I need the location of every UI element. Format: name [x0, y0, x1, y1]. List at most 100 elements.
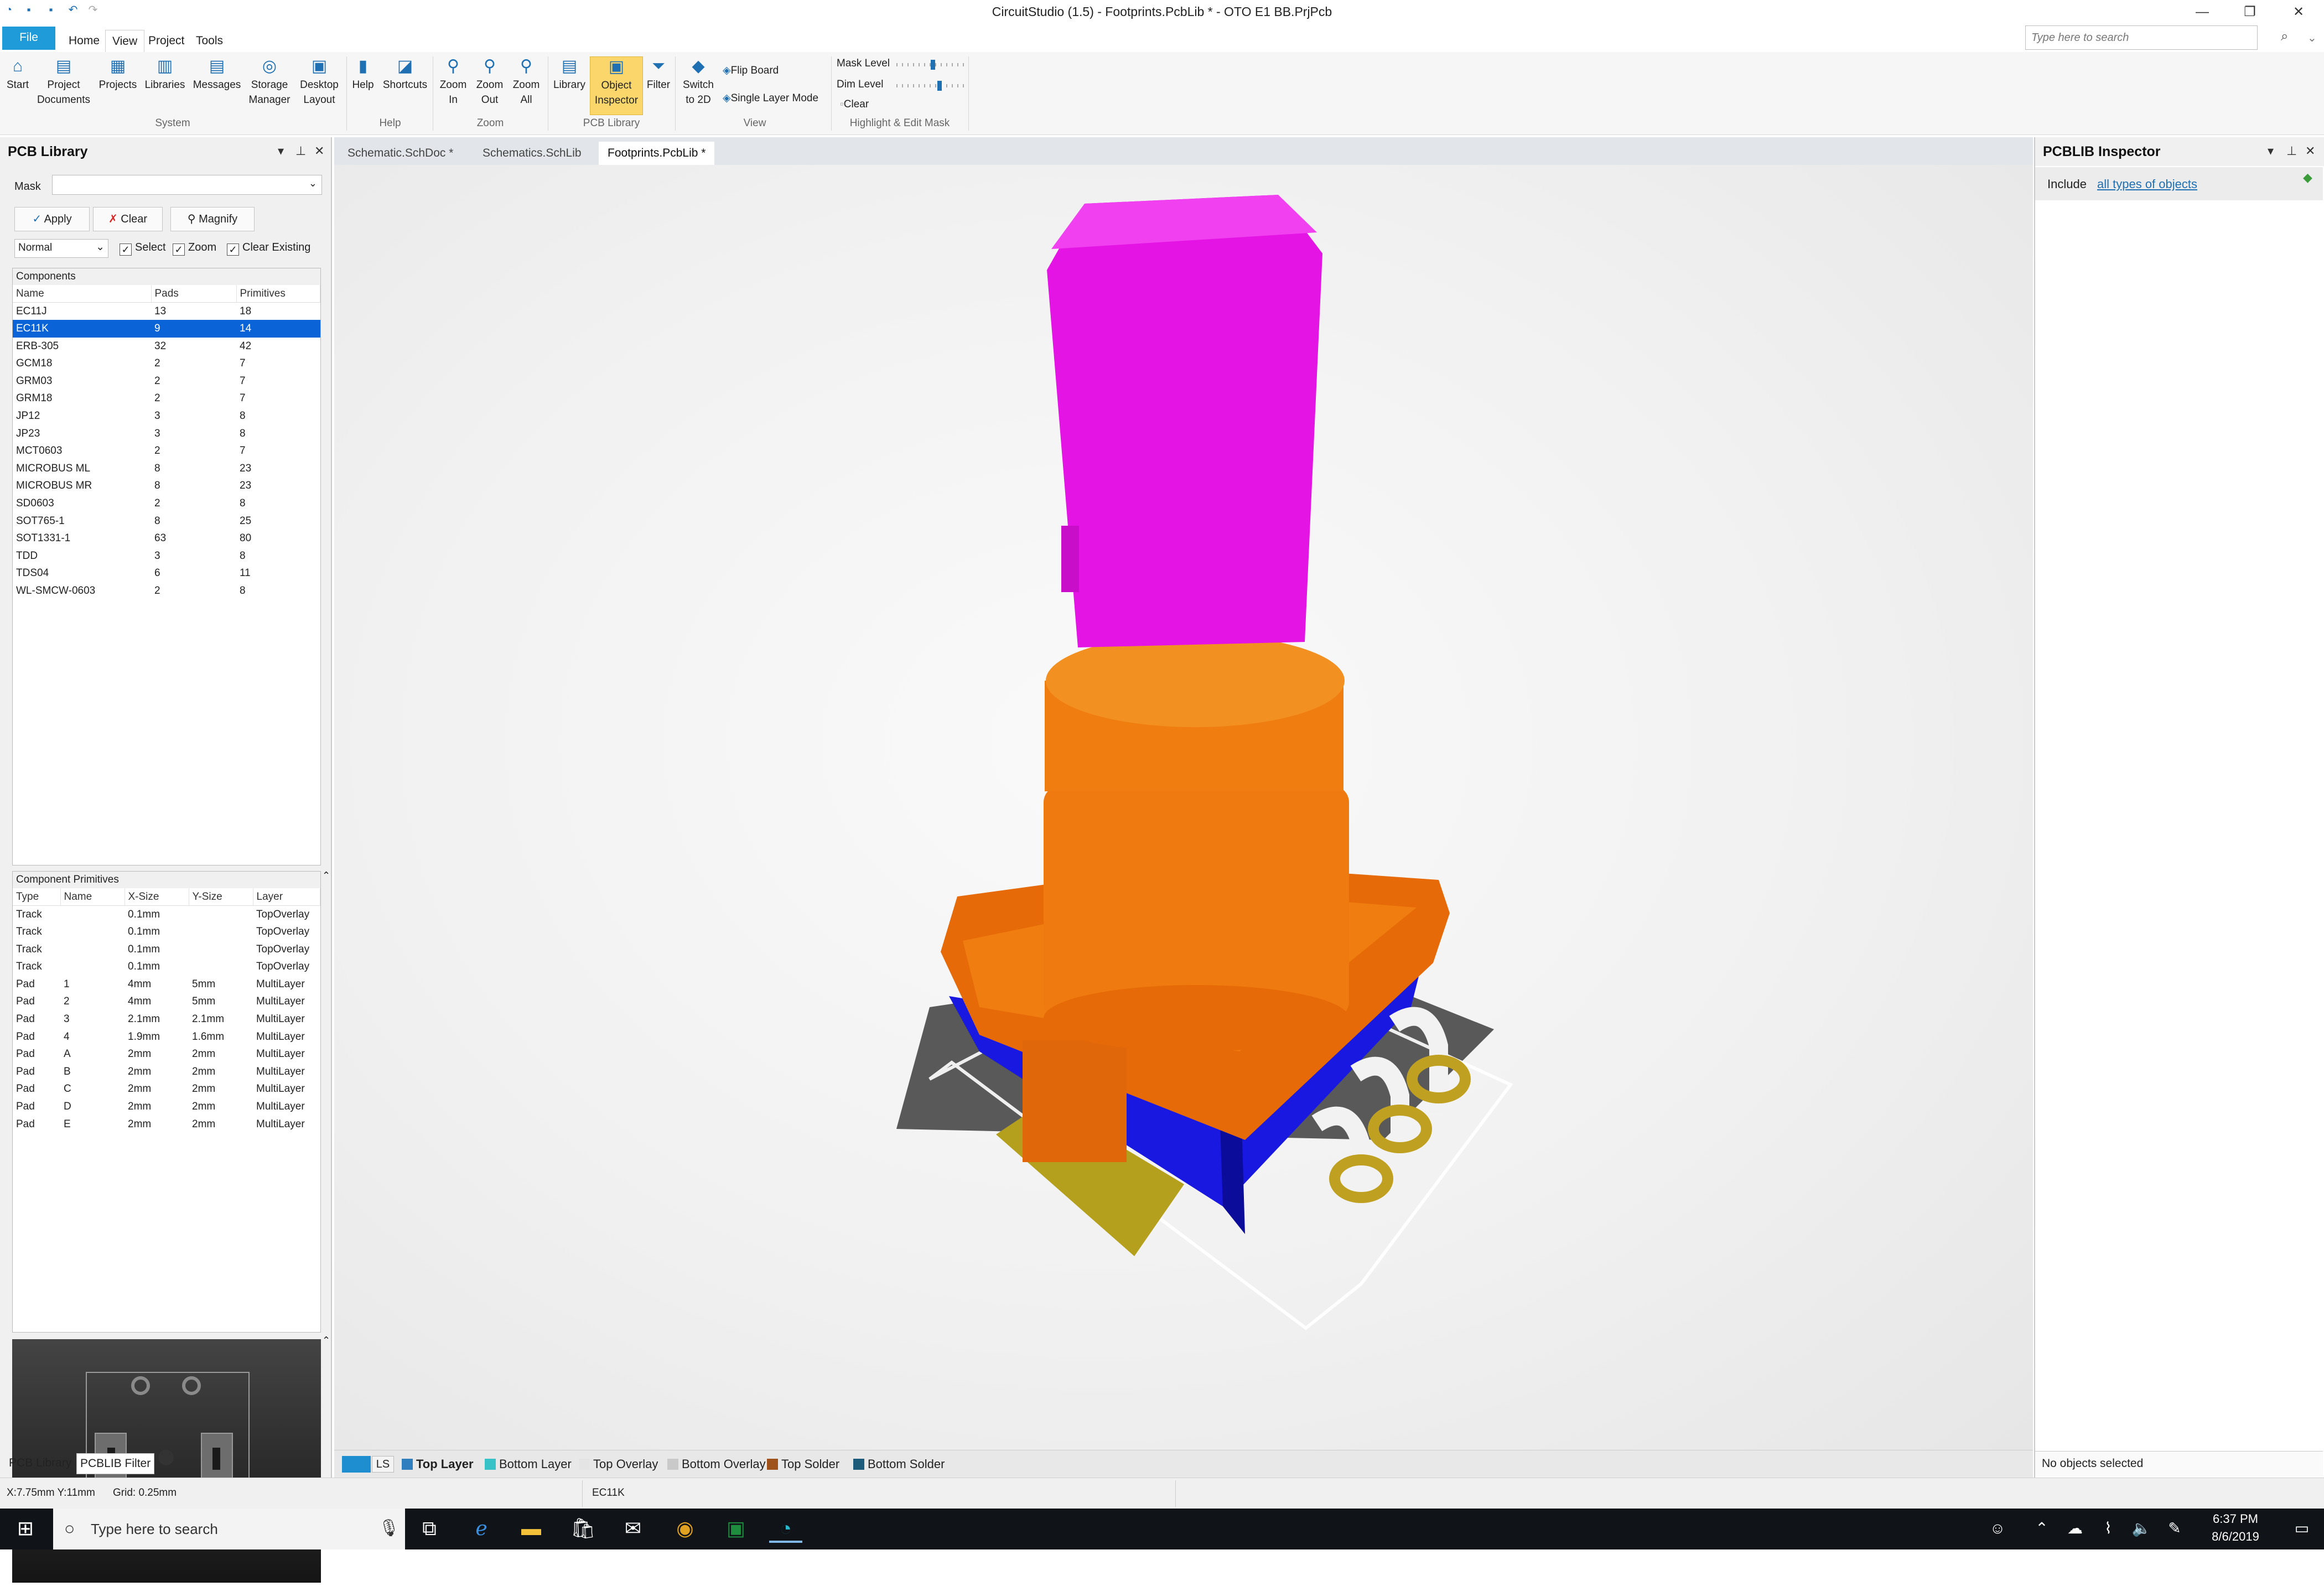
windows-start-icon[interactable]: ⊞ [9, 1516, 42, 1541]
magnify-button[interactable]: ⚲ Magnify [170, 207, 255, 231]
layer-set-button[interactable]: LS [372, 1456, 394, 1473]
single-layer-mode-button[interactable]: ◈Single Layer Mode [723, 92, 818, 105]
table-row[interactable]: SD0603 2 8 [13, 495, 320, 512]
tab-view[interactable]: View [105, 30, 145, 52]
layer-tab-top-solder[interactable]: Top Solder [767, 1456, 839, 1473]
col-xsize[interactable]: X-Size [124, 888, 189, 906]
table-row[interactable]: Track 0.1mm TopOverlay [13, 958, 320, 976]
table-row[interactable]: Pad 1 4mm 5mm MultiLayer [13, 976, 320, 993]
circuitstudio-icon[interactable]: ◔ [769, 1516, 802, 1543]
col-ysize[interactable]: Y-Size [189, 888, 253, 906]
chrome-icon[interactable]: ◉ [668, 1516, 702, 1541]
table-row[interactable]: EC11K 9 14 [13, 320, 320, 338]
tab-home[interactable]: Home [62, 30, 106, 52]
search-input[interactable]: Type here to search [2025, 25, 2258, 50]
file-explorer-icon[interactable]: ▬ [515, 1516, 548, 1541]
library-button[interactable]: ▤ Library [550, 56, 589, 92]
collapse-up-icon[interactable]: ⌃ [322, 870, 330, 882]
layer-color-chip[interactable] [342, 1456, 371, 1473]
project-documents-button[interactable]: ▤ Project Documents [33, 56, 94, 107]
col-pname[interactable]: Name [60, 888, 125, 906]
tab-footprints-pcblib[interactable]: Footprints.PcbLib * [599, 142, 715, 165]
restore-icon[interactable]: ❐ [2233, 2, 2266, 22]
edge-icon[interactable]: ℯ [465, 1516, 498, 1541]
layer-tab-bottom-overlay[interactable]: Bottom Overlay [667, 1456, 766, 1473]
tab-tools[interactable]: Tools [189, 30, 230, 52]
tab-pcb-library[interactable]: PCB Library [6, 1453, 75, 1473]
wifi-icon[interactable]: ⌇ [2092, 1516, 2125, 1541]
mask-level-thumb[interactable] [931, 60, 935, 70]
object-types-link[interactable]: all types of objects [2097, 177, 2197, 191]
select-checkbox[interactable]: ✓ Select [120, 241, 166, 256]
table-row[interactable]: SOT765-1 8 25 [13, 512, 320, 530]
volume-icon[interactable]: 🔈 [2125, 1516, 2158, 1541]
store-icon[interactable]: 🛍 [567, 1516, 600, 1541]
table-row[interactable]: MICROBUS ML 8 23 [13, 460, 320, 478]
storage-manager-button[interactable]: ◎ Storage Manager [246, 56, 293, 107]
table-row[interactable]: Pad E 2mm 2mm MultiLayer [13, 1116, 320, 1133]
libraries-button[interactable]: ▥ Libraries [141, 56, 189, 92]
col-pads[interactable]: Pads [151, 285, 237, 303]
table-row[interactable]: TDS04 6 11 [13, 565, 320, 583]
mode-select[interactable]: Normal ⌄ [14, 239, 108, 258]
filter-button[interactable]: ⏷ Filter [644, 56, 673, 92]
shortcuts-button[interactable]: ◪ Shortcuts [380, 56, 430, 92]
table-row[interactable]: JP23 3 8 [13, 425, 320, 443]
table-row[interactable]: Pad 4 1.9mm 1.6mm MultiLayer [13, 1028, 320, 1046]
tab-pcblib-filter[interactable]: PCBLIB Filter [76, 1453, 155, 1474]
table-row[interactable]: Track 0.1mm TopOverlay [13, 906, 320, 924]
col-primitives[interactable]: Primitives [236, 285, 320, 303]
table-row[interactable]: EC11J 13 18 [13, 303, 320, 320]
desktop-layout-button[interactable]: ▣ Desktop Layout [295, 56, 343, 107]
close-window-icon[interactable]: ✕ [2282, 2, 2315, 22]
dim-level-slider[interactable] [896, 84, 965, 87]
panel-menu-icon[interactable]: ▾ [278, 144, 284, 158]
layer-tab-bottom-layer[interactable]: Bottom Layer [485, 1456, 572, 1473]
onedrive-icon[interactable]: ☁ [2058, 1516, 2092, 1541]
table-row[interactable]: Track 0.1mm TopOverlay [13, 923, 320, 941]
table-row[interactable]: Pad B 2mm 2mm MultiLayer [13, 1063, 320, 1081]
microphone-icon[interactable]: 🎙 [378, 1518, 400, 1538]
layer-tab-top-overlay[interactable]: Top Overlay [579, 1456, 658, 1473]
zoom-in-button[interactable]: ⚲ Zoom In [435, 56, 471, 107]
table-row[interactable]: JP12 3 8 [13, 407, 320, 425]
table-row[interactable]: Track 0.1mm TopOverlay [13, 941, 320, 958]
clear-existing-checkbox[interactable]: ✓ Clear Existing [227, 241, 310, 256]
minimize-icon[interactable]: — [2186, 2, 2219, 22]
table-row[interactable]: GCM18 2 7 [13, 355, 320, 372]
panel-menu-icon[interactable]: ▾ [2268, 144, 2274, 158]
clear-button[interactable]: ✗ Clear [93, 207, 163, 231]
table-row[interactable]: MCT0603 2 7 [13, 442, 320, 460]
help-button[interactable]: ▮ Help [349, 56, 377, 92]
table-row[interactable]: Pad D 2mm 2mm MultiLayer [13, 1098, 320, 1116]
mask-input[interactable]: ⌄ [52, 175, 322, 195]
projects-button[interactable]: ▦ Projects [95, 56, 141, 92]
tab-project[interactable]: Project [142, 30, 191, 52]
table-row[interactable]: SOT1331-1 63 80 [13, 530, 320, 547]
table-row[interactable]: Pad C 2mm 2mm MultiLayer [13, 1081, 320, 1098]
col-layer[interactable]: Layer [253, 888, 320, 906]
tab-file[interactable]: File [2, 27, 55, 50]
collapse-up-icon[interactable]: ⌃ [322, 1335, 330, 1346]
table-row[interactable]: WL-SMCW-0603 2 8 [13, 582, 320, 600]
ribbon-collapse-icon[interactable]: ⌄ [2307, 31, 2317, 45]
start-button[interactable]: ⌂ Start [2, 56, 33, 92]
clock-date[interactable]: 8/6/2019 [2202, 1530, 2269, 1544]
3d-viewport[interactable] [334, 165, 2033, 1450]
pin-icon[interactable]: ⊥ [2286, 144, 2297, 158]
panel-close-icon[interactable]: ✕ [314, 144, 324, 158]
excel-icon[interactable]: ▣ [719, 1516, 753, 1541]
notifications-icon[interactable]: ▭ [2285, 1516, 2318, 1541]
layer-tab-top-layer[interactable]: Top Layer [402, 1456, 474, 1473]
taskbar-search[interactable]: ○ Type here to search 🎙 [53, 1509, 405, 1549]
zoom-all-button[interactable]: ⚲ Zoom All [508, 56, 544, 107]
flip-board-button[interactable]: ◈Flip Board [723, 64, 779, 77]
switch-to-2d-button[interactable]: ◆ Switch to 2D [677, 56, 719, 107]
zoom-out-button[interactable]: ⚲ Zoom Out [471, 56, 508, 107]
table-row[interactable]: GRM18 2 7 [13, 390, 320, 408]
clear-mask-button[interactable]: ▫Clear [840, 99, 869, 111]
tab-schematics-schlib[interactable]: Schematics.SchLib [474, 142, 590, 165]
table-row[interactable]: Pad 3 2.1mm 2.1mm MultiLayer [13, 1010, 320, 1028]
filter-settings-icon[interactable]: ◆ [2303, 170, 2312, 185]
table-row[interactable]: MICROBUS MR 8 23 [13, 478, 320, 495]
